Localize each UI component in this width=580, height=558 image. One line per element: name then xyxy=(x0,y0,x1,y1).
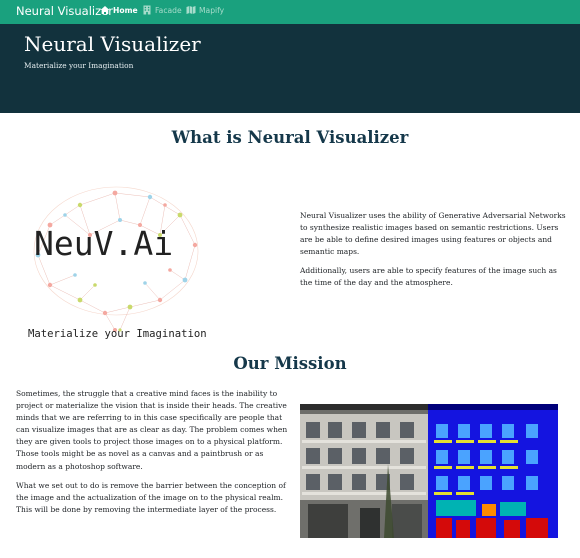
about-paragraph: Neural Visualizer uses the ability of Ge… xyxy=(300,211,566,257)
home-icon xyxy=(100,6,110,14)
nav-link-mapify-label: Mapify xyxy=(199,5,225,15)
mission-paragraph: Sometimes, the struggle that a creative … xyxy=(16,389,288,471)
site-subtitle: Materialize your Imagination xyxy=(24,61,134,70)
mission-paragraph: What we set out to do is remove the barr… xyxy=(16,480,286,514)
about-heading: What is Neural Visualizer xyxy=(171,128,409,147)
about-text: Neural Visualizer uses the ability of Ge… xyxy=(300,210,566,297)
navbar-brand[interactable]: Neural Visualizer xyxy=(16,4,113,18)
header-banner: Neural Visualizer Materialize your Imagi… xyxy=(0,24,580,113)
nav-link-home-label: Home xyxy=(113,5,138,15)
nav-link-facade[interactable]: Facade xyxy=(142,5,182,15)
building-icon xyxy=(143,5,151,15)
semantic-map xyxy=(428,404,558,538)
map-icon xyxy=(186,6,196,14)
about-paragraph: Additionally, users are able to specify … xyxy=(300,266,557,288)
site-title: Neural Visualizer xyxy=(24,32,201,56)
nav-link-home[interactable]: Home xyxy=(100,5,138,15)
mission-text: Sometimes, the struggle that a creative … xyxy=(16,388,292,523)
nav-link-facade-label: Facade xyxy=(155,5,182,15)
top-navbar: Neural Visualizer Home Facade Mapify xyxy=(0,0,580,24)
nav-link-mapify[interactable]: Mapify xyxy=(186,5,224,15)
neuv-logo: NeuV.Ai Materialize your Imagination xyxy=(28,186,207,340)
facade-comparison-image xyxy=(300,404,558,538)
logo-wordmark: NeuV.Ai xyxy=(34,224,173,263)
mission-heading: Our Mission xyxy=(233,354,347,373)
facade-photo xyxy=(300,404,428,538)
logo-tagline: Materialize your Imagination xyxy=(28,328,207,340)
